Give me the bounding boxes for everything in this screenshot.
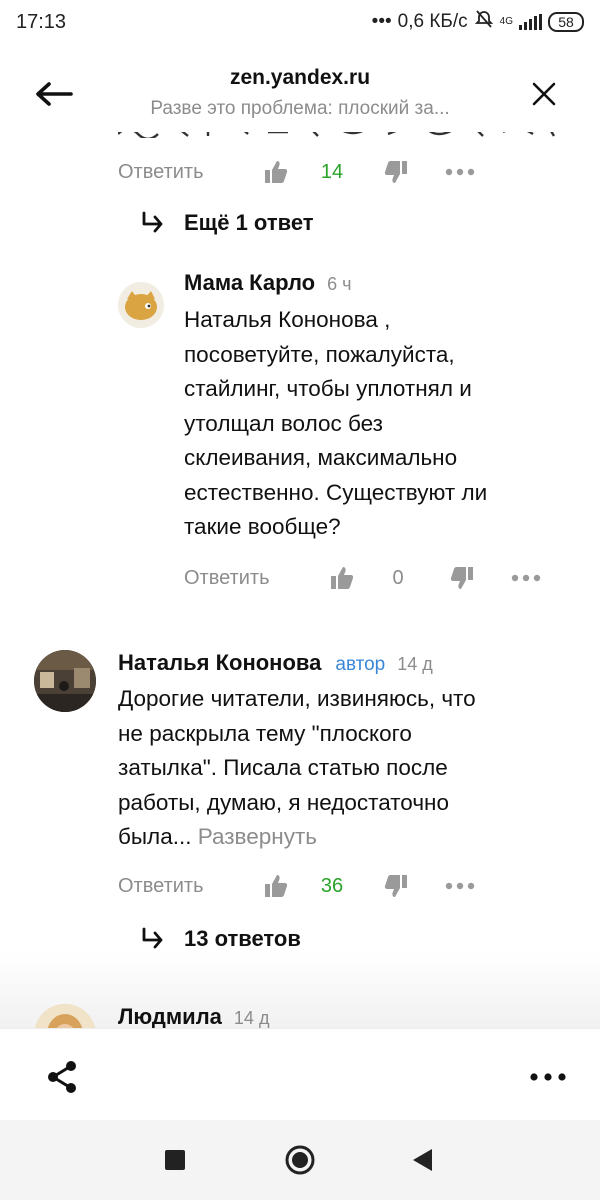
comment-text-line: Дорогие читатели, извиняюсь, что <box>118 686 476 711</box>
share-button[interactable] <box>40 1055 84 1099</box>
more-button[interactable] <box>506 558 546 598</box>
cat-avatar-icon <box>125 291 157 320</box>
reply-arrow-icon <box>140 927 170 951</box>
square-icon <box>165 1150 185 1170</box>
comment-author[interactable]: Мама Карло <box>184 270 315 296</box>
comment-text-line-last: была... Развернуть <box>118 820 476 855</box>
thumbs-up-icon <box>265 875 288 897</box>
dislike-button[interactable] <box>376 152 416 192</box>
more-dots-icon <box>511 574 541 582</box>
like-button[interactable] <box>256 866 296 906</box>
reply-arrow-icon <box>140 211 170 235</box>
comment-text-line: затылка". Писала статью после <box>118 755 448 780</box>
comment-actions: Ответить 0 <box>184 558 546 598</box>
battery-level: 58 <box>558 14 574 30</box>
author-badge: автор <box>335 654 386 675</box>
menu-button[interactable] <box>526 1055 570 1099</box>
comment-actions: Ответить 14 <box>118 152 480 192</box>
signal-icon <box>519 14 542 30</box>
triangle-back-icon <box>413 1149 432 1171</box>
site-title: zen.yandex.ru <box>229 66 371 89</box>
reply-button[interactable]: Ответить <box>118 161 256 184</box>
arrow-left-icon <box>36 82 73 106</box>
more-replies-link[interactable]: Ещё 1 ответ <box>140 210 314 236</box>
comment-actions: Ответить 36 <box>118 866 480 906</box>
status-bar: 17:13 ••• 0,6 КБ/с 4G 58 <box>0 0 600 44</box>
dislike-button[interactable] <box>376 866 416 906</box>
comment-time: 6 ч <box>327 274 352 294</box>
reply-button[interactable]: Ответить <box>118 875 256 898</box>
like-count: 36 <box>320 874 344 897</box>
top-bar: zen.yandex.ru Разве это проблема: плоски… <box>0 50 600 132</box>
bottom-toolbar <box>0 1028 600 1120</box>
comment-text-ellipsis: была... <box>118 824 198 849</box>
more-replies-label: 13 ответов <box>184 926 301 951</box>
recent-apps-button[interactable] <box>155 1140 195 1180</box>
comment-text-line: стайлинг, чтобы уплотнял и <box>184 376 472 401</box>
home-circle-icon <box>285 1145 315 1175</box>
comment-header: Мама Карло 6 ч <box>184 270 352 296</box>
more-dots-icon <box>445 168 475 176</box>
comment-header: Наталья Кононова автор 14 д <box>118 650 433 676</box>
like-count: 14 <box>320 160 344 183</box>
battery-icon: 58 <box>548 12 584 32</box>
more-replies-link[interactable]: 13 ответов <box>140 926 301 952</box>
page-subtitle: Разве это проблема: плоский за... <box>150 98 450 119</box>
like-button[interactable] <box>256 152 296 192</box>
comment-text-line: утолщал волос без <box>184 410 383 436</box>
avatar[interactable] <box>118 282 164 328</box>
expand-link[interactable]: Развернуть <box>198 824 317 849</box>
comment-text-line: работы, думаю, я недостаточно <box>118 789 449 815</box>
like-count: 0 <box>392 566 404 589</box>
dislike-button[interactable] <box>442 558 482 598</box>
photo-avatar <box>34 650 96 712</box>
back-nav-button[interactable] <box>402 1140 442 1180</box>
comment-text: Наталья Кононова , посоветуйте, пожалуйс… <box>184 303 487 545</box>
cut-text-fragment <box>117 132 556 141</box>
comment-time: 14 д <box>397 654 433 674</box>
share-icon <box>48 1061 76 1093</box>
truncated-comment-text <box>117 132 558 144</box>
network-speed: 0,6 КБ/с <box>397 11 468 32</box>
menu-dots-icon <box>530 1073 566 1081</box>
more-dots-icon <box>445 882 475 890</box>
comment-author[interactable]: Наталья Кононова <box>118 650 321 676</box>
comment-time: 14 д <box>233 1008 270 1028</box>
alarm-off-icon <box>474 9 494 35</box>
comment-header: Людмила 14 д <box>118 1004 269 1028</box>
reply-button[interactable]: Ответить <box>184 567 322 590</box>
close-button[interactable] <box>522 72 566 116</box>
comment-text-line: такие вообще? <box>184 514 341 539</box>
comment-text: Дорогие читатели, извиняюсь, что не раск… <box>118 682 476 855</box>
like-button[interactable] <box>322 558 362 598</box>
system-nav-bar <box>0 1120 600 1200</box>
network-activity-dots: ••• <box>371 11 392 32</box>
home-button[interactable] <box>280 1140 320 1180</box>
avatar[interactable] <box>34 650 96 712</box>
comment-text-line: не раскрыла тему "плоского <box>118 720 412 746</box>
comment-text-line: склеивания, максимально <box>184 445 458 470</box>
more-button[interactable] <box>440 866 480 906</box>
network-type: 4G <box>499 16 513 27</box>
comment-text-line: Наталья Кононова , <box>184 307 391 332</box>
close-icon <box>532 82 556 106</box>
thumbs-up-icon <box>331 567 354 589</box>
thumbs-up-icon <box>265 161 288 183</box>
comment-author[interactable]: Людмила <box>118 1004 222 1028</box>
comment-text-line: естественно. Существуют ли <box>184 479 488 505</box>
more-replies-label: Ещё 1 ответ <box>184 210 314 235</box>
thumbs-down-icon <box>384 875 407 897</box>
thumbs-down-icon <box>384 161 407 183</box>
back-button[interactable] <box>32 72 76 116</box>
comments-feed[interactable]: Ответить 14 Ещё 1 ответ Мама Карло 6 ч Н… <box>0 132 600 1028</box>
comment-text-line: посоветуйте, пожалуйста, <box>184 341 455 367</box>
thumbs-down-icon <box>450 567 473 589</box>
status-time: 17:13 <box>16 10 67 33</box>
status-indicators: ••• 0,6 КБ/с 4G 58 <box>372 9 584 35</box>
more-button[interactable] <box>440 152 480 192</box>
